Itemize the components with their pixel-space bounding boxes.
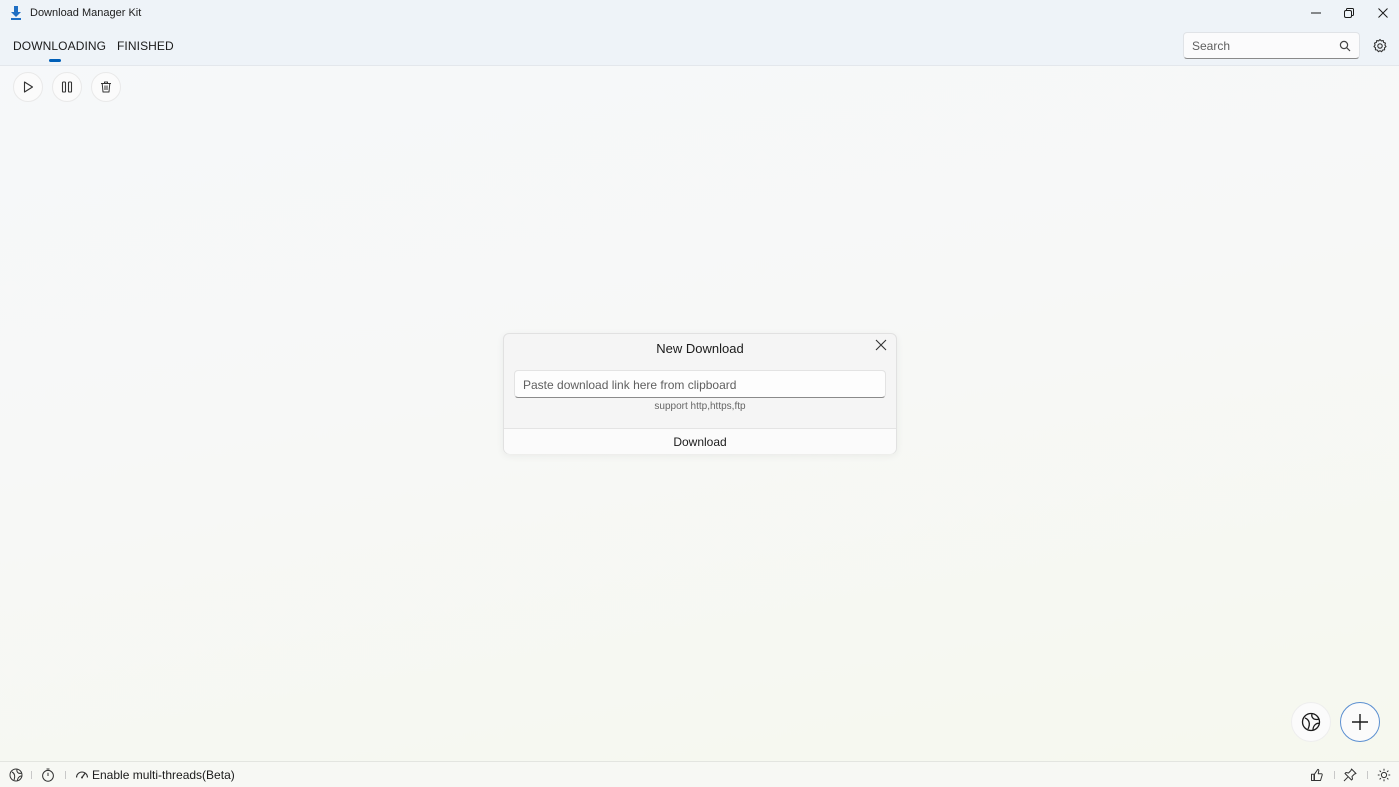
add-download-button[interactable] (1340, 702, 1380, 742)
search-icon[interactable] (1339, 40, 1351, 52)
tab-selected-indicator (49, 59, 61, 62)
close-icon (1378, 8, 1388, 18)
browser-button[interactable] (1291, 702, 1331, 742)
search-box[interactable] (1183, 32, 1360, 59)
new-download-dialog: New Download support http,https,ftp Down… (503, 333, 897, 454)
support-note: support http,https,ftp (654, 401, 746, 412)
link-field[interactable] (514, 370, 886, 398)
play-icon (23, 81, 34, 93)
download-link-input[interactable] (523, 377, 873, 393)
search-input[interactable] (1192, 38, 1332, 54)
close-icon[interactable] (875, 339, 887, 351)
download-button[interactable]: Download (504, 429, 896, 454)
multithread-toggle[interactable]: Enable multi-threads(Beta) (92, 768, 235, 782)
close-window-button[interactable] (1366, 0, 1399, 26)
app-title: Download Manager Kit (30, 7, 142, 19)
status-separator (1367, 771, 1368, 779)
restore-icon (1344, 8, 1354, 18)
app-download-icon (11, 6, 21, 20)
browser-icon[interactable] (9, 768, 23, 782)
pause-icon (61, 81, 73, 93)
minimize-icon (1311, 12, 1321, 14)
pin-icon[interactable] (1343, 768, 1357, 782)
header-bar: DOWNLOADING FINISHED (0, 26, 1399, 66)
theme-icon[interactable] (1377, 768, 1391, 782)
start-button[interactable] (13, 72, 43, 102)
status-separator (31, 771, 32, 779)
tab-finished[interactable]: FINISHED (117, 39, 174, 53)
tab-downloading[interactable]: DOWNLOADING (13, 39, 106, 53)
delete-icon (101, 81, 111, 93)
restore-button[interactable] (1332, 0, 1366, 26)
dialog-title: New Download (656, 341, 744, 356)
timer-icon[interactable] (41, 768, 55, 782)
gear-icon[interactable] (1372, 38, 1388, 54)
delete-button[interactable] (91, 72, 121, 102)
speed-icon[interactable] (75, 768, 89, 782)
browser-icon (1301, 712, 1321, 732)
minimize-button[interactable] (1299, 0, 1333, 26)
status-separator (65, 771, 66, 779)
add-icon (1352, 714, 1368, 730)
status-separator (1334, 771, 1335, 779)
like-icon[interactable] (1310, 768, 1324, 782)
pause-button[interactable] (52, 72, 82, 102)
status-bar: Enable multi-threads(Beta) (0, 761, 1399, 787)
title-bar: Download Manager Kit (0, 0, 1399, 26)
